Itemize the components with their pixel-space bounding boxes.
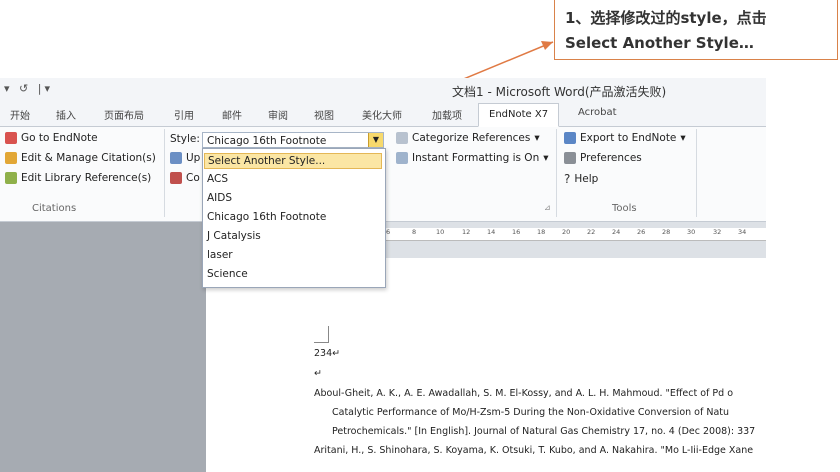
ruler-tick: 10 [436, 228, 445, 236]
instruction-callout: 1、选择修改过的style，点击 Select Another Style… [554, 0, 838, 60]
instant-formatting-icon [396, 152, 408, 164]
preferences-button[interactable]: Preferences [564, 152, 642, 164]
chevron-down-icon[interactable]: ▼ [368, 133, 383, 147]
ruler-tick: 26 [637, 228, 646, 236]
doc-paragraph-mark: ↵ [314, 368, 322, 379]
ruler-tick: 12 [462, 228, 471, 236]
reference-line: Catalytic Performance of Mo/H-Zsm-5 Duri… [332, 407, 730, 418]
ruler-tick: 8 [412, 228, 417, 236]
menu-item-science[interactable]: Science [207, 268, 248, 280]
tab-mailings[interactable]: 邮件 [222, 107, 242, 122]
edit-library-icon [5, 172, 17, 184]
help-button[interactable]: ? Help [564, 172, 598, 186]
margin-corner-mark [314, 326, 329, 343]
ruler-tick: 6 [386, 228, 391, 236]
ruler-tick: 28 [662, 228, 671, 236]
menu-item-aids[interactable]: AIDS [207, 192, 232, 204]
go-to-endnote-button[interactable]: Go to EndNote [5, 132, 98, 144]
export-to-endnote-button[interactable]: Export to EndNote ▾ [564, 132, 686, 144]
tab-endnote[interactable]: EndNote X7 [478, 103, 560, 127]
group-divider [164, 129, 165, 217]
edit-citation-icon [5, 152, 17, 164]
tab-page-layout[interactable]: 页面布局 [104, 107, 144, 122]
ruler-tick: 34 [738, 228, 747, 236]
menu-item-acs[interactable]: ACS [207, 173, 228, 185]
help-icon: ? [564, 172, 571, 186]
menu-item-chicago[interactable]: Chicago 16th Footnote [207, 211, 326, 223]
quick-access-toolbar[interactable]: ▾ ↺ |▾ [4, 82, 53, 95]
title-bar: ▾ ↺ |▾ 文档1 - Microsoft Word(产品激活失败) [0, 78, 766, 102]
edit-library-reference-button[interactable]: Edit Library Reference(s) [5, 172, 151, 184]
navigation-pane [0, 222, 206, 472]
style-dropdown[interactable]: Chicago 16th Footnote ▼ [202, 132, 384, 148]
ruler-tick: 32 [713, 228, 722, 236]
ribbon-tabs: 开始 插入 页面布局 引用 邮件 审阅 视图 美化大师 加载项 EndNote … [0, 102, 766, 127]
convert-citations-button[interactable]: Co [170, 172, 200, 184]
menu-item-j-catalysis[interactable]: J Catalysis [207, 230, 261, 242]
dialog-launcher-icon[interactable]: ⊿ [544, 203, 551, 212]
tab-meihua-dashi[interactable]: 美化大师 [362, 107, 402, 122]
citations-group-label: Citations [32, 203, 77, 214]
convert-icon [170, 172, 182, 184]
export-icon [564, 132, 576, 144]
ruler-tick: 14 [487, 228, 496, 236]
categorize-icon [396, 132, 408, 144]
style-label: Style: [170, 133, 200, 145]
tab-insert[interactable]: 插入 [56, 107, 76, 122]
reference-line: Petrochemicals." [In English]. Journal o… [332, 426, 756, 437]
tab-references[interactable]: 引用 [174, 107, 194, 122]
callout-line-2: Select Another Style… [565, 34, 754, 52]
ruler-tick: 18 [537, 228, 546, 236]
menu-item-laser[interactable]: laser [207, 249, 233, 261]
update-icon [170, 152, 182, 164]
gear-icon [564, 152, 576, 164]
reference-line: Aritani, H., S. Shinohara, S. Koyama, K.… [314, 445, 754, 456]
group-divider [696, 129, 697, 217]
ruler-tick: 16 [512, 228, 521, 236]
tab-addins[interactable]: 加载项 [432, 107, 462, 122]
update-citations-button[interactable]: Up [170, 152, 200, 164]
categorize-references-button[interactable]: Categorize References ▾ [396, 132, 540, 144]
tools-group-label: Tools [612, 203, 637, 214]
reference-line: Aboul-Gheit, A. K., A. E. Awadallah, S. … [314, 388, 734, 399]
tab-review[interactable]: 审阅 [268, 107, 288, 122]
instant-formatting-button[interactable]: Instant Formatting is On ▾ [396, 152, 549, 164]
background-gap [766, 78, 840, 472]
chevron-down-icon: ▾ [680, 132, 686, 144]
window-title: 文档1 - Microsoft Word(产品激活失败) [452, 85, 667, 99]
tab-view[interactable]: 视图 [314, 107, 334, 122]
style-dropdown-value: Chicago 16th Footnote [207, 135, 327, 147]
tab-home[interactable]: 开始 [10, 107, 30, 122]
ruler-tick: 20 [562, 228, 571, 236]
ruler-tick: 22 [587, 228, 596, 236]
style-dropdown-menu: Select Another Style... ACS AIDS Chicago… [202, 148, 386, 288]
endnote-icon [5, 132, 17, 144]
chevron-down-icon: ▾ [543, 152, 549, 164]
edit-manage-citations-button[interactable]: Edit & Manage Citation(s) [5, 152, 156, 164]
callout-line-1: 1、选择修改过的style，点击 [565, 9, 767, 27]
ruler-tick: 30 [687, 228, 696, 236]
ruler-tick: 24 [612, 228, 621, 236]
menu-item-select-another-style[interactable]: Select Another Style... [204, 153, 382, 169]
chevron-down-icon: ▾ [534, 132, 540, 144]
group-divider [556, 129, 557, 217]
document-page[interactable] [206, 258, 766, 472]
doc-line-number: 234↵ [314, 348, 341, 359]
tab-acrobat[interactable]: Acrobat [578, 107, 617, 118]
